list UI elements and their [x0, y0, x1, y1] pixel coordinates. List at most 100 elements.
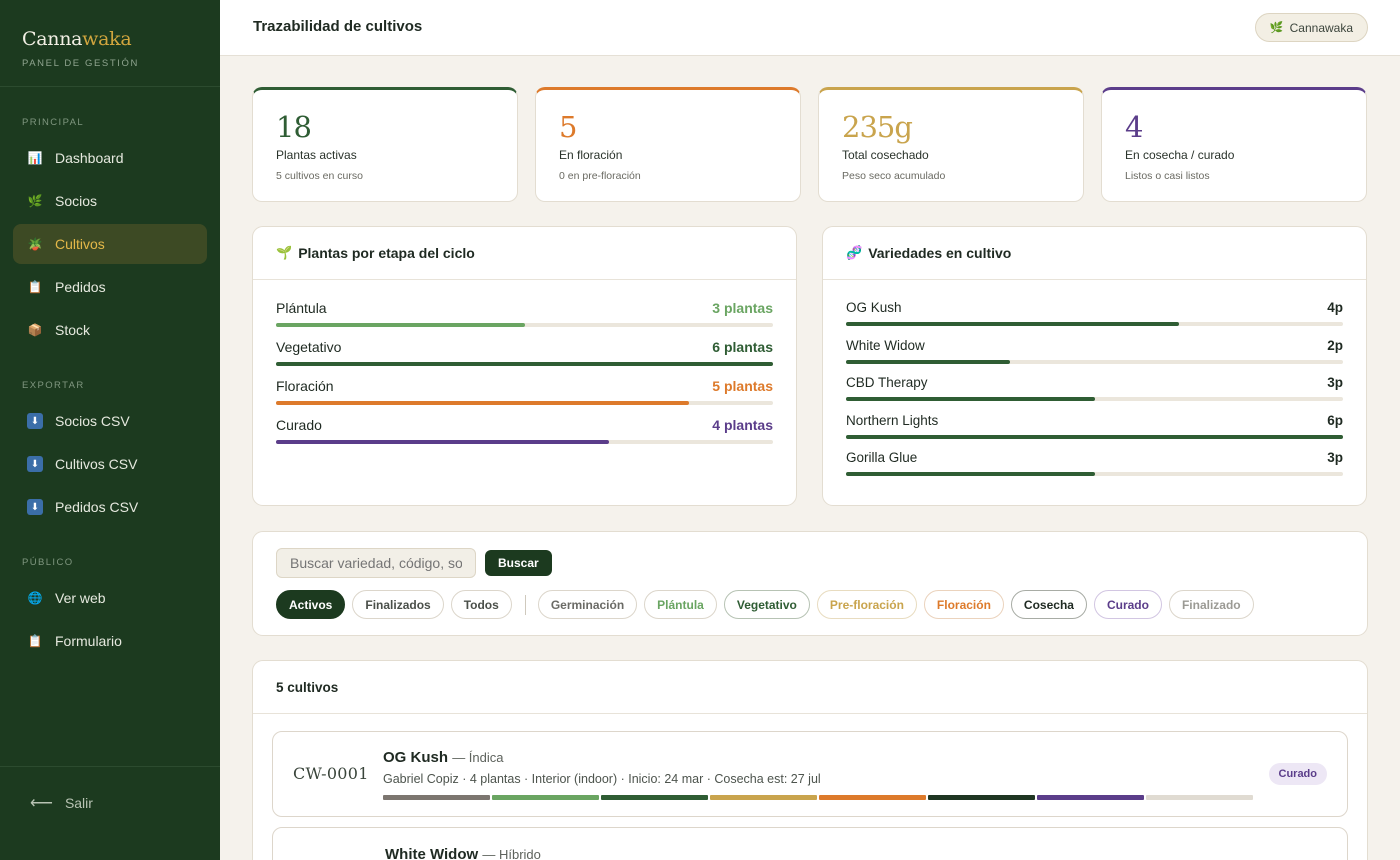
stage-count: 3 plantas: [712, 300, 773, 316]
variety-row: OG Kush 4p: [846, 300, 1343, 338]
crop-title: White Widow — Híbrido: [385, 846, 541, 860]
filter-pills: Activos Finalizados Todos Germinación Plántu…: [276, 590, 1344, 619]
stage-row: Vegetativo 6 plantas: [276, 339, 773, 378]
stat-sub: Peso seco acumulado: [842, 170, 946, 182]
stage-fill: [276, 323, 525, 327]
sidebar-item-label: Cultivos: [55, 236, 105, 252]
stat-label: Plantas activas: [276, 148, 357, 162]
stage-track: [276, 440, 773, 444]
pill-divider: [524, 594, 526, 615]
sidebar-item-label: Stock: [55, 322, 91, 338]
brand: Cannawaka PANEL DE GESTIÓN: [0, 0, 220, 87]
crop-type: — Índica: [452, 750, 504, 765]
crop-card[interactable]: White Widow — Híbrido: [272, 827, 1348, 860]
stage-pill-plántula[interactable]: Plántula: [644, 590, 717, 619]
sidebar-item-ver-web[interactable]: 🌐 Ver web: [13, 578, 207, 618]
sidebar-item-socios[interactable]: 🌿 Socios: [13, 181, 207, 221]
search-input[interactable]: [276, 548, 476, 578]
stage-row: Curado 4 plantas: [276, 417, 773, 456]
brand-logo[interactable]: Cannawaka: [22, 28, 198, 50]
logout-arrow-icon: ⟵: [30, 795, 53, 812]
logout-button[interactable]: ⟵ Salir: [30, 793, 93, 813]
logout-label: Salir: [64, 795, 93, 811]
sidebar-item-label: Dashboard: [55, 150, 124, 166]
download-icon: ⬇: [27, 499, 43, 515]
stage-row: Plántula 3 plantas: [276, 300, 773, 339]
variety-count: 6p: [1327, 412, 1343, 428]
potted-plant-icon: 🪴: [27, 237, 43, 251]
sidebar-item-socios-csv[interactable]: ⬇ Socios CSV: [13, 401, 207, 441]
stage-pill-curado[interactable]: Curado: [1093, 590, 1162, 619]
sidebar-item-pedidos-csv[interactable]: ⬇ Pedidos CSV: [13, 487, 207, 527]
search-button[interactable]: Buscar: [485, 550, 552, 576]
stat-label: Total cosechado: [842, 148, 929, 162]
sidebar-item-label: Pedidos: [55, 279, 106, 295]
stage-track: [276, 323, 773, 327]
globe-icon: 🌐: [27, 591, 43, 605]
stage-pill-finalizado[interactable]: Finalizado: [1168, 590, 1254, 619]
stage-count: 5 plantas: [712, 378, 773, 394]
sidebar-item-cultivos[interactable]: 🪴 Cultivos: [13, 224, 207, 264]
scope-pill-activos[interactable]: Activos: [276, 590, 346, 619]
seedling-icon: 🌱: [276, 245, 293, 260]
box-icon: 📦: [27, 323, 43, 337]
sidebar-footer: ⟵ Salir: [0, 766, 220, 860]
sidebar-item-stock[interactable]: 📦 Stock: [13, 310, 207, 350]
stage-pill-vegetativo[interactable]: Vegetativo: [723, 590, 810, 619]
chart-icon: 📊: [27, 151, 43, 165]
stage-segment: [601, 795, 708, 800]
stage-pill-pre-floración[interactable]: Pre-floración: [816, 590, 917, 619]
nav-section-title: EXPORTAR: [22, 380, 85, 391]
scope-pill-todos[interactable]: Todos: [450, 590, 512, 619]
sidebar-item-label: Socios: [55, 193, 98, 209]
scope-pill-finalizados[interactable]: Finalizados: [352, 590, 444, 619]
stat-value: 5: [559, 110, 577, 144]
sidebar-item-formulario[interactable]: 📋 Formulario: [13, 621, 207, 661]
sidebar-item-cultivos-csv[interactable]: ⬇ Cultivos CSV: [13, 444, 207, 484]
variety-fill: [846, 472, 1095, 476]
stage-count: 4 plantas: [712, 417, 773, 433]
clipboard-icon: 📋: [27, 280, 43, 294]
stage-segment: [383, 795, 490, 800]
stage-track: [276, 362, 773, 366]
variety-bars: OG Kush 4p White Widow 2p CBD Therapy 3p…: [823, 280, 1366, 488]
nav-section-title: PÚBLICO: [22, 557, 74, 568]
varieties-panel-title: Variedades en cultivo: [868, 245, 1012, 261]
sidebar-item-label: Ver web: [55, 590, 106, 606]
crop-code: CW-0001: [293, 764, 369, 783]
status-badge: Curado: [1268, 763, 1327, 785]
variety-track: [846, 322, 1343, 326]
stages-panel-title: Plantas por etapa del ciclo: [298, 245, 475, 261]
variety-row: CBD Therapy 3p: [846, 375, 1343, 413]
clipboard-icon: 📋: [27, 634, 43, 648]
stage-pill-germinación[interactable]: Germinación: [537, 590, 638, 619]
sidebar-item-pedidos[interactable]: 📋 Pedidos: [13, 267, 207, 307]
stat-sub: Listos o casi listos: [1125, 170, 1210, 182]
stage-label: Vegetativo: [276, 339, 342, 355]
user-chip[interactable]: 🌿 Cannawaka: [1254, 13, 1368, 42]
search-row: Buscar: [276, 548, 1344, 578]
stage-count: 6 plantas: [712, 339, 773, 355]
sidebar-item-dashboard[interactable]: 📊 Dashboard: [13, 138, 207, 178]
stage-pill-cosecha[interactable]: Cosecha: [1010, 590, 1087, 619]
crop-meta: Gabriel Copiz · 4 plantas · Interior (in…: [383, 772, 821, 786]
main-content: 18 Plantas activas 5 cultivos en curso 5 …: [252, 87, 1368, 860]
stage-track: [276, 401, 773, 405]
variety-label: OG Kush: [846, 300, 902, 315]
variety-track: [846, 359, 1343, 364]
stage-pill-floración[interactable]: Floración: [923, 590, 1004, 619]
stat-value: 4: [1125, 110, 1143, 144]
crop-stage-progress: [383, 795, 1253, 800]
sidebar-nav: PRINCIPAL 📊 Dashboard 🌿 Socios 🪴 Cultivos 📋 Pedi…: [0, 117, 220, 661]
crop-variety: OG Kush: [383, 749, 449, 766]
sidebar-item-label: Formulario: [55, 633, 122, 649]
leaf-icon: 🌿: [27, 194, 43, 208]
filters-card: Buscar ActivosFinalizadosTodos Germinació…: [252, 531, 1368, 636]
variety-label: White Widow: [846, 337, 925, 353]
varieties-panel: 🧬 Variedades en cultivo OG Kush 4p White…: [822, 226, 1367, 506]
crop-card[interactable]: CW-0001 OG Kush — Índica Gabriel Copiz ·…: [272, 731, 1348, 817]
stage-segment: [1146, 795, 1253, 800]
page-title: Trazabilidad de cultivos: [253, 18, 423, 35]
stage-fill: [276, 440, 609, 444]
stat-card: 4 En cosecha / curado Listos o casi list…: [1101, 87, 1367, 202]
